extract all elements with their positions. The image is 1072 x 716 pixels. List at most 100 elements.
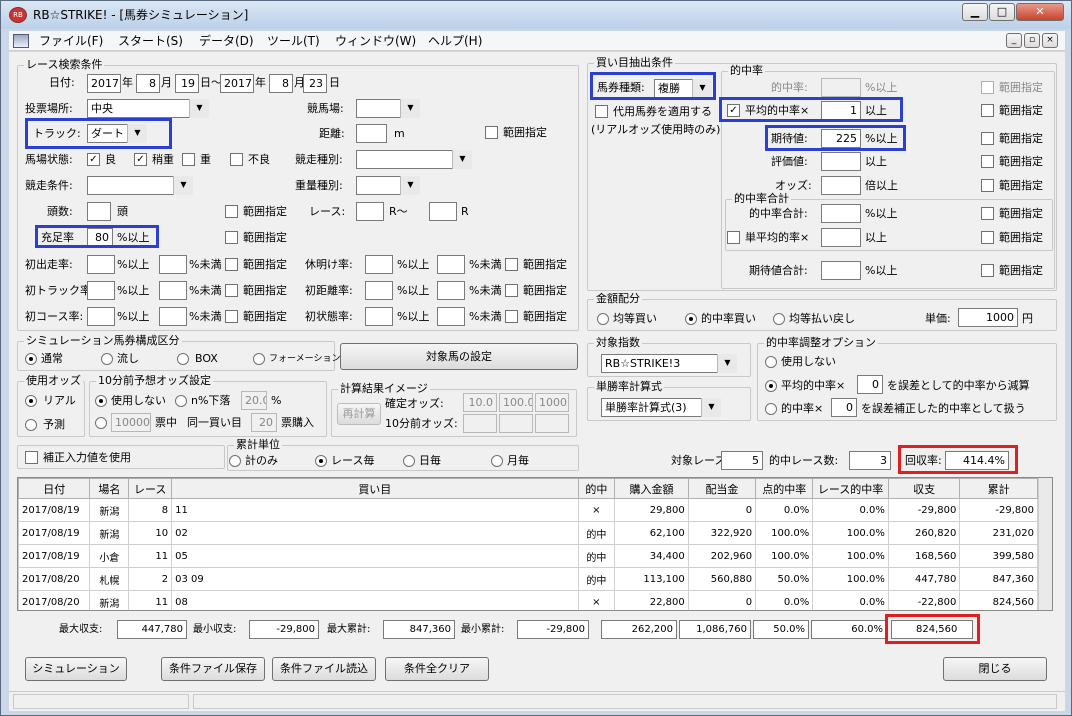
col-point-hit[interactable]: 点的中率 [755, 478, 814, 499]
money-even-radio[interactable] [597, 313, 609, 325]
avg-hit-range-checkbox[interactable] [981, 104, 994, 117]
vertical-scrollbar[interactable] [1038, 478, 1052, 610]
menu-tool[interactable]: ツール(T) [267, 34, 320, 48]
menu-help[interactable]: ヘルプ(H) [428, 34, 482, 48]
odds10-same-input[interactable]: 20 [251, 413, 277, 432]
sim-formation-radio[interactable] [253, 353, 265, 365]
hit-sum-input[interactable] [821, 204, 861, 223]
rate-range-checkbox[interactable] [505, 258, 518, 271]
odds-range-checkbox[interactable] [981, 179, 994, 192]
table-row[interactable]: 2017/08/19 新潟 8 11 × 29,800 0 0.0% 0.0% -29,800 -2… [18, 498, 1038, 522]
money-payout-radio[interactable] [773, 313, 785, 325]
money-hit-radio[interactable] [685, 313, 697, 325]
close-window-button[interactable]: ✕ [1016, 3, 1064, 21]
save-conditions-button[interactable]: 条件ファイル保存 [161, 657, 265, 681]
window-menu-icon[interactable] [13, 34, 29, 48]
col-cumulative[interactable]: 累計 [959, 478, 1038, 499]
rate-input[interactable] [365, 281, 393, 300]
col-race-hit[interactable]: レース的中率 [812, 478, 889, 499]
rate-input[interactable] [365, 307, 393, 326]
expected-value-input[interactable]: 225 [821, 129, 861, 148]
rate-input[interactable] [159, 281, 187, 300]
hit-rate-range-checkbox[interactable] [981, 81, 994, 94]
date-to-year[interactable]: 2017 [220, 74, 254, 93]
cond-good-checkbox[interactable]: ✓ [87, 153, 100, 166]
sub-bet-checkbox[interactable] [595, 105, 608, 118]
close-button[interactable]: 閉じる [943, 657, 1047, 681]
race-from-input[interactable] [356, 202, 384, 221]
hit-sum-range-checkbox[interactable] [981, 207, 994, 220]
fix-input-checkbox[interactable] [25, 451, 38, 464]
child-restore-button[interactable]: ▫ [1024, 33, 1040, 48]
table-row[interactable]: 2017/08/20 札幌 2 03 09 的中 113,100 560,880 50.0% 1… [18, 567, 1038, 591]
avg-hit-input[interactable]: 1 [821, 101, 861, 120]
clear-conditions-button[interactable]: 条件全クリア [385, 657, 489, 681]
odds10-none-radio[interactable] [95, 395, 107, 407]
col-date[interactable]: 日付 [18, 478, 91, 499]
distance-input[interactable] [356, 124, 387, 143]
load-conditions-button[interactable]: 条件ファイル読込 [272, 657, 376, 681]
table-row[interactable]: 2017/08/20 新潟 11 08 × 22,800 0 0.0% 0.0% -22,800 8… [18, 590, 1038, 610]
single-avg-input[interactable] [821, 228, 861, 247]
table-row[interactable]: 2017/08/19 新潟 10 02 的中 62,100 322,920 100.0% 100… [18, 521, 1038, 545]
cond-slightly-checkbox[interactable]: ✓ [134, 153, 147, 166]
sim-normal-radio[interactable] [25, 353, 37, 365]
adjust-correct-input[interactable]: 0 [831, 398, 857, 417]
odds-input[interactable] [821, 176, 861, 195]
chevron-down-icon[interactable]: ▼ [452, 150, 472, 169]
menu-file[interactable]: ファイル(F) [39, 34, 103, 48]
recalc-button[interactable]: 再計算 [337, 403, 381, 425]
odds10-n-input[interactable]: 20.0 [241, 391, 267, 410]
exp-sum-range-checkbox[interactable] [981, 264, 994, 277]
chevron-down-icon[interactable]: ▼ [692, 79, 712, 98]
chevron-down-icon[interactable]: ▼ [127, 124, 147, 143]
rate-input[interactable] [437, 281, 465, 300]
chevron-down-icon[interactable]: ▼ [173, 176, 193, 195]
eval-range-checkbox[interactable] [981, 155, 994, 168]
rate-range-checkbox[interactable] [505, 284, 518, 297]
rate-input[interactable] [437, 307, 465, 326]
hit-rate-input[interactable] [821, 78, 861, 97]
date-to-month[interactable]: 8 [269, 74, 293, 93]
avg-hit-checkbox[interactable]: ✓ [727, 104, 740, 117]
odds-forecast-radio[interactable] [25, 419, 37, 431]
col-bets[interactable]: 買い目 [171, 478, 579, 499]
heads-input[interactable] [87, 202, 111, 221]
race-to-input[interactable] [429, 202, 457, 221]
distance-range-checkbox[interactable] [485, 126, 498, 139]
odds10-amount-radio[interactable] [95, 417, 107, 429]
date-from-month[interactable]: 8 [136, 74, 160, 93]
odds-real-radio[interactable] [25, 395, 37, 407]
chevron-down-icon[interactable]: ▼ [701, 398, 721, 417]
single-avg-range-checkbox[interactable] [981, 231, 994, 244]
col-income[interactable]: 収支 [887, 478, 961, 499]
date-from-year[interactable]: 2017 [87, 74, 121, 93]
odds10-drop-radio[interactable] [175, 395, 187, 407]
exp-sum-input[interactable] [821, 261, 861, 280]
chevron-down-icon[interactable]: ▼ [400, 99, 420, 118]
heads-range-checkbox[interactable] [225, 205, 238, 218]
eval-input[interactable] [821, 152, 861, 171]
chevron-down-icon[interactable]: ▼ [189, 99, 209, 118]
unit-price-input[interactable]: 1000 [958, 308, 1018, 327]
cond-bad-checkbox[interactable] [230, 153, 243, 166]
odds10-amount-input[interactable]: 10000 [111, 413, 151, 432]
adjust-correct-radio[interactable] [765, 403, 777, 415]
col-purchase[interactable]: 購入金額 [614, 478, 689, 499]
col-venue[interactable]: 場名 [89, 478, 130, 499]
rate-range-checkbox[interactable] [505, 310, 518, 323]
date-to-day[interactable]: 23 [303, 74, 327, 93]
rate-input[interactable] [87, 255, 115, 274]
minimize-button[interactable]: ▁ [962, 3, 988, 21]
adjust-none-radio[interactable] [765, 356, 777, 368]
rate-input[interactable] [365, 255, 393, 274]
date-from-day[interactable]: 19 [175, 74, 199, 93]
rate-range-checkbox[interactable] [225, 258, 238, 271]
child-close-button[interactable]: × [1042, 33, 1058, 48]
sim-box-radio[interactable] [177, 353, 189, 365]
rate-input[interactable] [87, 307, 115, 326]
unit-race-radio[interactable] [315, 455, 327, 467]
rate-range-checkbox[interactable] [225, 310, 238, 323]
fill-range-checkbox[interactable] [225, 231, 238, 244]
exp-range-checkbox[interactable] [981, 132, 994, 145]
